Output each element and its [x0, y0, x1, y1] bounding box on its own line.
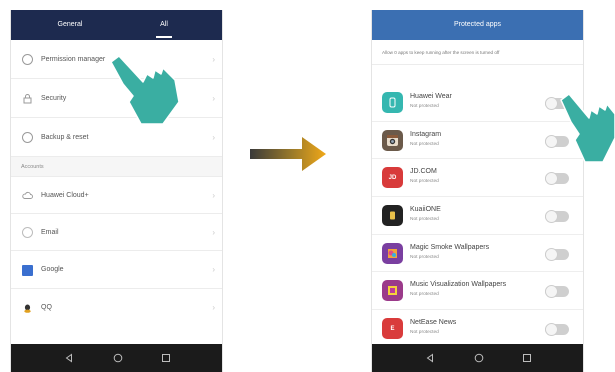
accounts-section-header: Accounts — [11, 157, 222, 177]
settings-row-qq[interactable]: QQ › — [11, 289, 222, 327]
instagram-icon — [382, 129, 403, 151]
permission-icon — [22, 54, 33, 65]
protect-toggle[interactable] — [545, 285, 569, 299]
chevron-right-icon: › — [212, 133, 215, 142]
chevron-right-icon: › — [212, 191, 215, 200]
home-icon[interactable] — [464, 344, 494, 372]
app-status: Not protected — [410, 104, 439, 109]
list-item[interactable]: KuaiiONE Not protected — [372, 197, 583, 235]
settings-row-label: Backup & reset — [41, 134, 89, 141]
app-name: KuaiiONE — [410, 206, 441, 214]
toggle-knob — [545, 247, 558, 261]
protect-toggle[interactable] — [545, 323, 569, 337]
toggle-knob — [545, 323, 558, 337]
music-vis-icon — [382, 280, 403, 302]
settings-row-google[interactable]: Google › — [11, 251, 222, 289]
chevron-right-icon: › — [212, 94, 215, 103]
back-icon[interactable] — [415, 344, 445, 372]
qq-icon — [24, 304, 31, 313]
chevron-right-icon: › — [212, 228, 215, 237]
settings-row-label: Huawei Cloud+ — [41, 192, 89, 199]
app-status: Not protected — [410, 330, 439, 336]
app-status: Not protected — [410, 217, 439, 223]
recents-icon[interactable] — [151, 344, 181, 372]
app-name: Magic Smoke Wallpapers — [410, 243, 490, 251]
settings-row-huawei-cloud[interactable]: Huawei Cloud+ › — [11, 177, 222, 214]
protect-toggle[interactable] — [545, 172, 569, 186]
toggle-knob — [545, 285, 558, 299]
cloud-icon — [22, 191, 33, 199]
protected-apps-list: Huawei Wear Not protected Instagram Not … — [372, 84, 583, 348]
chevron-right-icon: › — [212, 265, 215, 274]
page-title: Protected apps — [372, 10, 583, 40]
list-item[interactable]: Music Visualization Wallpapers Not prote… — [372, 272, 583, 311]
email-icon — [22, 227, 33, 238]
settings-row-label: Google — [41, 266, 64, 273]
navigation-bar — [11, 344, 222, 372]
settings-row-label: Security — [41, 95, 67, 102]
navigation-bar — [372, 344, 583, 372]
toggle-knob — [545, 210, 558, 224]
settings-row-label: QQ — [41, 304, 52, 311]
magic-smoke-icon — [382, 242, 403, 264]
app-name: Huawei Wear — [410, 93, 452, 100]
settings-tab-bar: General All — [11, 10, 222, 40]
chevron-right-icon: › — [212, 303, 215, 312]
chevron-right-icon: › — [212, 55, 215, 64]
tab-general[interactable]: General — [25, 10, 115, 40]
home-icon[interactable] — [103, 344, 133, 372]
toggle-knob — [545, 172, 558, 186]
protected-apps-hint: Allow 0 apps to keep running after the s… — [372, 40, 583, 65]
list-item[interactable]: E NetEase News Not protected — [372, 310, 583, 348]
settings-row-email[interactable]: Email › — [11, 214, 222, 251]
kuaione-icon — [382, 205, 403, 227]
app-name: NetEase News — [410, 319, 457, 327]
app-status: Not protected — [410, 141, 439, 147]
list-item[interactable]: Magic Smoke Wallpapers Not protected — [372, 235, 583, 273]
app-name: Music Visualization Wallpapers — [410, 281, 507, 289]
backup-icon — [22, 132, 33, 143]
app-status: Not protected — [410, 292, 439, 298]
jd-icon: JD — [382, 167, 403, 189]
app-name: Instagram — [410, 130, 442, 138]
app-status: Not protected — [410, 179, 439, 185]
huawei-wear-icon — [382, 92, 403, 113]
protect-toggle[interactable] — [545, 247, 569, 261]
pointing-hand-icon — [110, 55, 180, 125]
pointing-hand-icon — [560, 93, 615, 163]
list-item[interactable]: Huawei Wear Not protected — [372, 84, 583, 122]
lock-icon — [23, 94, 32, 104]
right-arrow-icon — [250, 137, 326, 171]
netease-icon: E — [382, 318, 403, 340]
active-tab-indicator — [156, 36, 172, 38]
back-icon[interactable] — [54, 344, 84, 372]
right-phone-screen: Protected apps Allow 0 apps to keep runn… — [371, 10, 584, 372]
recents-icon[interactable] — [512, 344, 542, 372]
app-name: JD.COM — [410, 168, 437, 176]
protect-toggle[interactable] — [545, 210, 569, 224]
settings-row-label: Permission manager — [41, 56, 106, 63]
app-status: Not protected — [410, 254, 439, 260]
list-item[interactable]: JD JD.COM Not protected — [372, 159, 583, 198]
google-icon — [22, 265, 33, 276]
settings-row-label: Email — [41, 229, 59, 236]
list-item[interactable]: Instagram Not protected — [372, 122, 583, 160]
